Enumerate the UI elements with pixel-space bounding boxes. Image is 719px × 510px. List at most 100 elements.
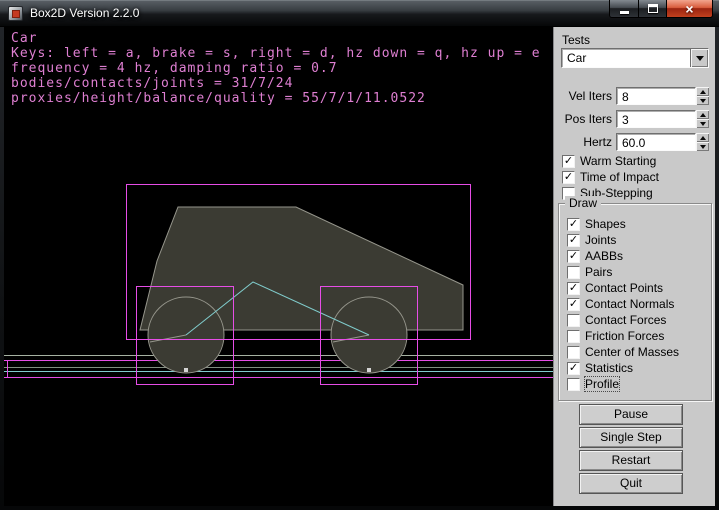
hertz-arrows — [696, 133, 709, 151]
checkbox-label: Warm Starting — [580, 154, 656, 168]
test-title-text: Car — [11, 31, 37, 46]
quit-button[interactable]: Quit — [579, 473, 683, 494]
window-controls: × — [609, 0, 713, 18]
single-step-button[interactable]: Single Step — [579, 427, 683, 448]
checkbox-contact-points[interactable]: ✓ Contact Points — [567, 281, 663, 295]
tests-label: Tests — [562, 33, 590, 47]
vel-iters-arrows — [696, 87, 709, 105]
pos-iters-down-button[interactable] — [696, 119, 709, 128]
hertz-down-button[interactable] — [696, 142, 709, 151]
vel-iters-row: Vel Iters 8 — [554, 87, 716, 105]
checkbox-label: Shapes — [585, 217, 626, 231]
check-icon: ✓ — [569, 234, 578, 245]
arrow-up-icon — [700, 113, 706, 117]
pos-iters-input[interactable]: 3 — [616, 110, 696, 128]
check-icon: ✓ — [564, 171, 573, 182]
checkbox-center-of-masses[interactable]: Center of Masses — [567, 345, 679, 359]
checkbox-friction-forces[interactable]: Friction Forces — [567, 329, 664, 343]
vel-iters-up-button[interactable] — [696, 87, 709, 96]
arrow-down-icon — [700, 145, 706, 149]
checkbox-box: ✓ — [562, 155, 575, 168]
hertz-input[interactable]: 60.0 — [616, 133, 696, 151]
hertz-label: Hertz — [554, 135, 612, 149]
statistics-text: Car Keys: left = a, brake = s, right = d… — [11, 31, 541, 106]
titlebar[interactable]: Box2D Version 2.2.0 × — [0, 0, 719, 27]
maximize-icon — [648, 4, 658, 13]
checkbox-label: Time of Impact — [580, 170, 659, 184]
hertz-up-button[interactable] — [696, 133, 709, 142]
checkbox-warm-starting[interactable]: ✓ Warm Starting — [562, 154, 656, 168]
control-panel: Tests Car Vel Iters 8 Pos Iters 3 — [553, 27, 715, 506]
checkbox-box: ✓ — [567, 218, 580, 231]
checkbox-box — [567, 346, 580, 359]
frequency-text: frequency = 4 hz, damping ratio = 0.7 — [11, 61, 338, 76]
tests-dropdown-value[interactable]: Car — [562, 49, 690, 67]
checkbox-profile[interactable]: Profile — [567, 377, 619, 391]
keys-help-text: Keys: left = a, brake = s, right = d, hz… — [11, 46, 541, 61]
check-icon: ✓ — [569, 298, 578, 309]
pos-iters-label: Pos Iters — [554, 112, 612, 126]
app-window: Box2D Version 2.2.0 × — [0, 0, 719, 510]
pos-iters-arrows — [696, 110, 709, 128]
checkbox-statistics[interactable]: ✓ Statistics — [567, 361, 633, 375]
tests-dropdown-button[interactable] — [690, 49, 708, 67]
checkbox-label: Contact Forces — [585, 313, 666, 327]
hertz-row: Hertz 60.0 — [554, 133, 716, 151]
close-icon: × — [685, 1, 693, 17]
draw-group-label: Draw — [565, 196, 601, 210]
arrow-up-icon — [700, 136, 706, 140]
bodies-stats-text: bodies/contacts/joints = 31/7/24 — [11, 76, 293, 91]
restart-button[interactable]: Restart — [579, 450, 683, 471]
checkbox-box: ✓ — [567, 298, 580, 311]
window-title: Box2D Version 2.2.0 — [30, 6, 139, 20]
checkbox-box — [567, 314, 580, 327]
close-button[interactable]: × — [667, 0, 713, 18]
checkbox-contact-normals[interactable]: ✓ Contact Normals — [567, 297, 674, 311]
checkbox-label: Statistics — [585, 361, 633, 375]
tests-dropdown[interactable]: Car — [561, 48, 709, 68]
checkbox-aabbs[interactable]: ✓ AABBs — [567, 249, 623, 263]
checkbox-time-of-impact[interactable]: ✓ Time of Impact — [562, 170, 659, 184]
checkbox-label: Contact Normals — [585, 297, 674, 311]
vel-iters-input[interactable]: 8 — [616, 87, 696, 105]
check-icon: ✓ — [569, 362, 578, 373]
checkbox-contact-forces[interactable]: Contact Forces — [567, 313, 666, 327]
draw-group: Draw ✓ Shapes ✓ Joints ✓ AABBs Pairs — [558, 203, 712, 401]
checkbox-label: Center of Masses — [585, 345, 679, 359]
pause-button[interactable]: Pause — [579, 404, 683, 425]
check-icon: ✓ — [569, 250, 578, 261]
checkbox-label: Pairs — [585, 265, 612, 279]
checkbox-label: AABBs — [585, 249, 623, 263]
arrow-down-icon — [700, 122, 706, 126]
checkbox-box: ✓ — [567, 234, 580, 247]
checkbox-label: Joints — [585, 233, 616, 247]
checkbox-label: Profile — [585, 377, 619, 391]
app-icon[interactable] — [8, 6, 23, 21]
arrow-up-icon — [700, 90, 706, 94]
checkbox-box — [567, 378, 580, 391]
checkbox-box: ✓ — [567, 362, 580, 375]
simulation-canvas[interactable]: Car Keys: left = a, brake = s, right = d… — [4, 27, 553, 506]
contact-point — [367, 368, 371, 372]
ground-edges — [4, 356, 553, 379]
checkbox-label: Contact Points — [585, 281, 663, 295]
maximize-button[interactable] — [639, 0, 667, 18]
minimize-button[interactable] — [609, 0, 639, 18]
vel-iters-label: Vel Iters — [554, 89, 612, 103]
client-area: Car Keys: left = a, brake = s, right = d… — [4, 27, 715, 506]
vel-iters-down-button[interactable] — [696, 96, 709, 105]
checkbox-box: ✓ — [567, 250, 580, 263]
checkbox-pairs[interactable]: Pairs — [567, 265, 612, 279]
check-icon: ✓ — [564, 155, 573, 166]
pos-iters-row: Pos Iters 3 — [554, 110, 716, 128]
checkbox-label: Friction Forces — [585, 329, 664, 343]
check-icon: ✓ — [569, 218, 578, 229]
chevron-down-icon — [696, 56, 704, 61]
checkbox-box: ✓ — [567, 282, 580, 295]
checkbox-shapes[interactable]: ✓ Shapes — [567, 217, 626, 231]
arrow-down-icon — [700, 99, 706, 103]
checkbox-joints[interactable]: ✓ Joints — [567, 233, 616, 247]
pos-iters-up-button[interactable] — [696, 110, 709, 119]
checkbox-box: ✓ — [562, 171, 575, 184]
contact-point — [184, 368, 188, 372]
